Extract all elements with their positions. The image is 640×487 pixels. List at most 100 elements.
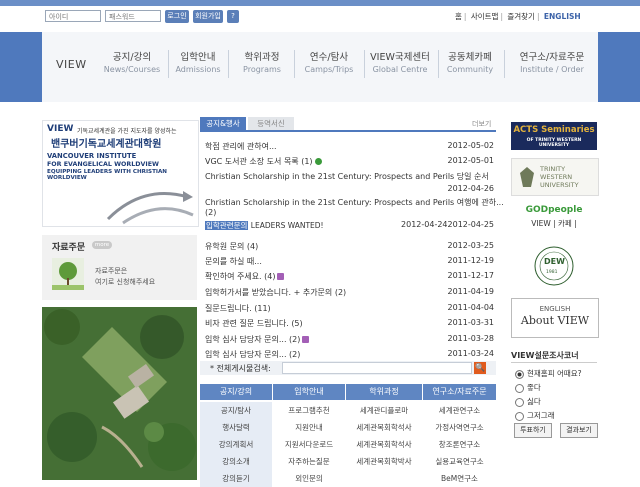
acts-seminaries-logo[interactable]: ACTS Seminaries OF TRINITY WESTERN UNIVE… [511,122,597,150]
radio-icon[interactable] [515,411,524,421]
tree-icon [52,258,84,290]
new-post-icon [302,336,310,343]
post-title[interactable]: 확인하여 주세요. (4) [205,271,285,282]
dew-logo[interactable]: DEW 1981 [511,244,597,292]
quick-links-header[interactable]: 입학안내 [273,384,345,400]
bookmark-link[interactable]: 즐겨찾기 [507,12,535,21]
order-text: 자료주문은 [95,267,128,275]
order-link[interactable]: 여기로 신청해주세요 [95,277,155,287]
post-title[interactable]: 유학원 문의 (4) [205,241,258,252]
nav-divider [294,50,295,78]
tab-letters[interactable]: 등역서신 [248,117,294,130]
sitemap-link[interactable]: 사이트맵 [471,12,499,21]
banner-title: 밴쿠버기독교세계관대학원 [51,139,162,150]
post-title[interactable]: Christian Scholarship in the 21st Centur… [205,197,504,208]
quick-link[interactable]: 세계관목회학석사 [346,436,422,453]
quick-links-header[interactable]: 공지/강의 [200,384,272,400]
quick-link[interactable]: 행사달력 [200,419,272,436]
quick-link[interactable]: BeM연구소 [423,470,496,487]
nav-news-courses[interactable]: 공지/강의 News/Courses [98,49,166,74]
vote-button[interactable]: 투표하기 [514,423,552,438]
quick-link[interactable]: 세계관연구소 [423,402,496,419]
post-date: 2012-05-02 [447,141,495,150]
post-title[interactable]: VGC 도서관 소장 도서 목록 (1) [205,156,322,167]
nav-label: 연수/탐사 [309,52,349,63]
quick-link[interactable]: 세계관목회학석사 [346,419,422,436]
trinity-western-logo[interactable]: TRINITY WESTERN UNIVERSITY [511,158,599,196]
nav-admissions[interactable]: 입학안내 Admissions [170,49,226,74]
radio-selected-icon[interactable] [515,369,524,379]
login-button[interactable]: 로그인 [165,10,189,23]
post-date: 2011-12-19 [447,256,495,265]
nav-logo[interactable]: VIEW [56,58,87,71]
post-title[interactable]: 입학 심사 담당자 문의... (2) [205,334,310,345]
search-icon[interactable]: 🔍 [474,362,486,374]
quick-link[interactable]: 세계관디플로마 [346,402,422,419]
quick-link[interactable]: 강의소개 [200,453,272,470]
results-button[interactable]: 결과보기 [560,423,598,438]
school-banner[interactable]: VIEW 기독교세계관을 가진 지도자를 양성하는 밴쿠버기독교세계관대학원 V… [42,120,199,227]
godpeople-subtitle: VIEW | 카페 | [531,219,577,228]
tab-notices-events[interactable]: 공지&행사 [200,117,246,130]
post-date: 2012-05-01 [447,156,495,165]
poll-option-text: 싫다 [527,397,541,406]
id-input[interactable]: 아이디 [45,10,101,22]
post-title[interactable]: Christian Scholarship in the 21st Centur… [205,171,489,182]
post-title[interactable]: 질문드립니다. (11) [205,303,271,314]
board-search-input[interactable] [282,362,472,374]
post-title[interactable]: 학점 관리에 관하여... [205,141,277,152]
nav-community[interactable]: 공동체카페 Community [442,49,498,74]
more-link[interactable]: 더보기 [472,119,491,129]
new-post-icon [277,273,285,280]
poll-option[interactable]: 그저그래 [515,410,555,421]
join-button[interactable]: 회원가입 [193,10,223,23]
poll-option[interactable]: 싫다 [515,396,541,407]
quick-link[interactable]: 자주하는질문 [273,453,345,470]
post-title[interactable]: 입학 심사 담당자 문의... (2) [205,349,300,360]
home-link[interactable]: 홈 [455,12,462,21]
nav-sublabel: Camps/Trips [304,65,354,74]
post-title[interactable]: 입학관련문의 LEADERS WANTED! [205,220,324,231]
english-link[interactable]: ENGLISH [544,12,581,21]
post-title[interactable]: 입학허가서를 받았습니다. + 추가문의 (2) [205,287,346,298]
nav-divider [228,50,229,78]
nav-institute-order[interactable]: 연구소/자료주문 Institute / Order [510,49,594,74]
help-button[interactable]: ? [227,10,239,23]
about-view-button[interactable]: ENGLISH About VIEW [511,298,599,338]
quick-link[interactable]: 강의듣기 [200,470,272,487]
post-title[interactable]: 비자 관련 질문 드립니다. (5) [205,318,303,329]
nav-sublabel: Institute / Order [520,65,584,74]
quick-links-header[interactable]: 연구소/자료주문 [423,384,496,400]
poll-question[interactable]: 현재홈피 어때요? [515,368,582,379]
post-title[interactable]: 문의를 하실 때... [205,256,262,267]
tab-underline [200,130,496,132]
godpeople-logo[interactable]: GODpeople VIEW | 카페 | [511,205,597,235]
quick-link[interactable]: 세계관목회학박사 [346,453,422,470]
banner-view-logo: VIEW [47,124,74,134]
quick-link[interactable]: 가정사역연구소 [423,419,496,436]
quick-link[interactable]: 외인문의 [273,470,345,487]
quick-link[interactable]: 창조론연구소 [423,436,496,453]
dew-wordmark: DEW [544,257,565,266]
nav-programs[interactable]: 학위과정 Programs [232,49,292,74]
quick-link[interactable]: 공지/탐사 [200,402,272,419]
quick-link[interactable]: 지원서다운로드 [273,436,345,453]
post-date: 2011-03-24 [447,349,495,358]
quick-links-header[interactable]: 학위과정 [346,384,422,400]
nav-camps-trips[interactable]: 연수/탐사 Camps/Trips [298,49,360,74]
poll-option[interactable]: 좋다 [515,382,541,393]
quick-link[interactable]: 지원안내 [273,419,345,436]
nav-sublabel: Programs [243,65,281,74]
quick-link[interactable]: 프로그램추천 [273,402,345,419]
banner-arrows-graphic [106,191,194,225]
about-small-label: ENGLISH [539,305,571,313]
nav-sublabel: Global Centre [372,65,428,74]
radio-icon[interactable] [515,397,524,407]
order-more-button[interactable]: more [92,241,112,249]
nav-global-centre[interactable]: VIEW국제센터 Global Centre [366,49,434,74]
radio-icon[interactable] [515,383,524,393]
quick-link[interactable]: 실용교육연구소 [423,453,496,470]
quick-link[interactable]: 강의계획서 [200,436,272,453]
post-date: 2011-04-19 [447,287,495,296]
password-input[interactable]: 패스워드 [105,10,161,22]
